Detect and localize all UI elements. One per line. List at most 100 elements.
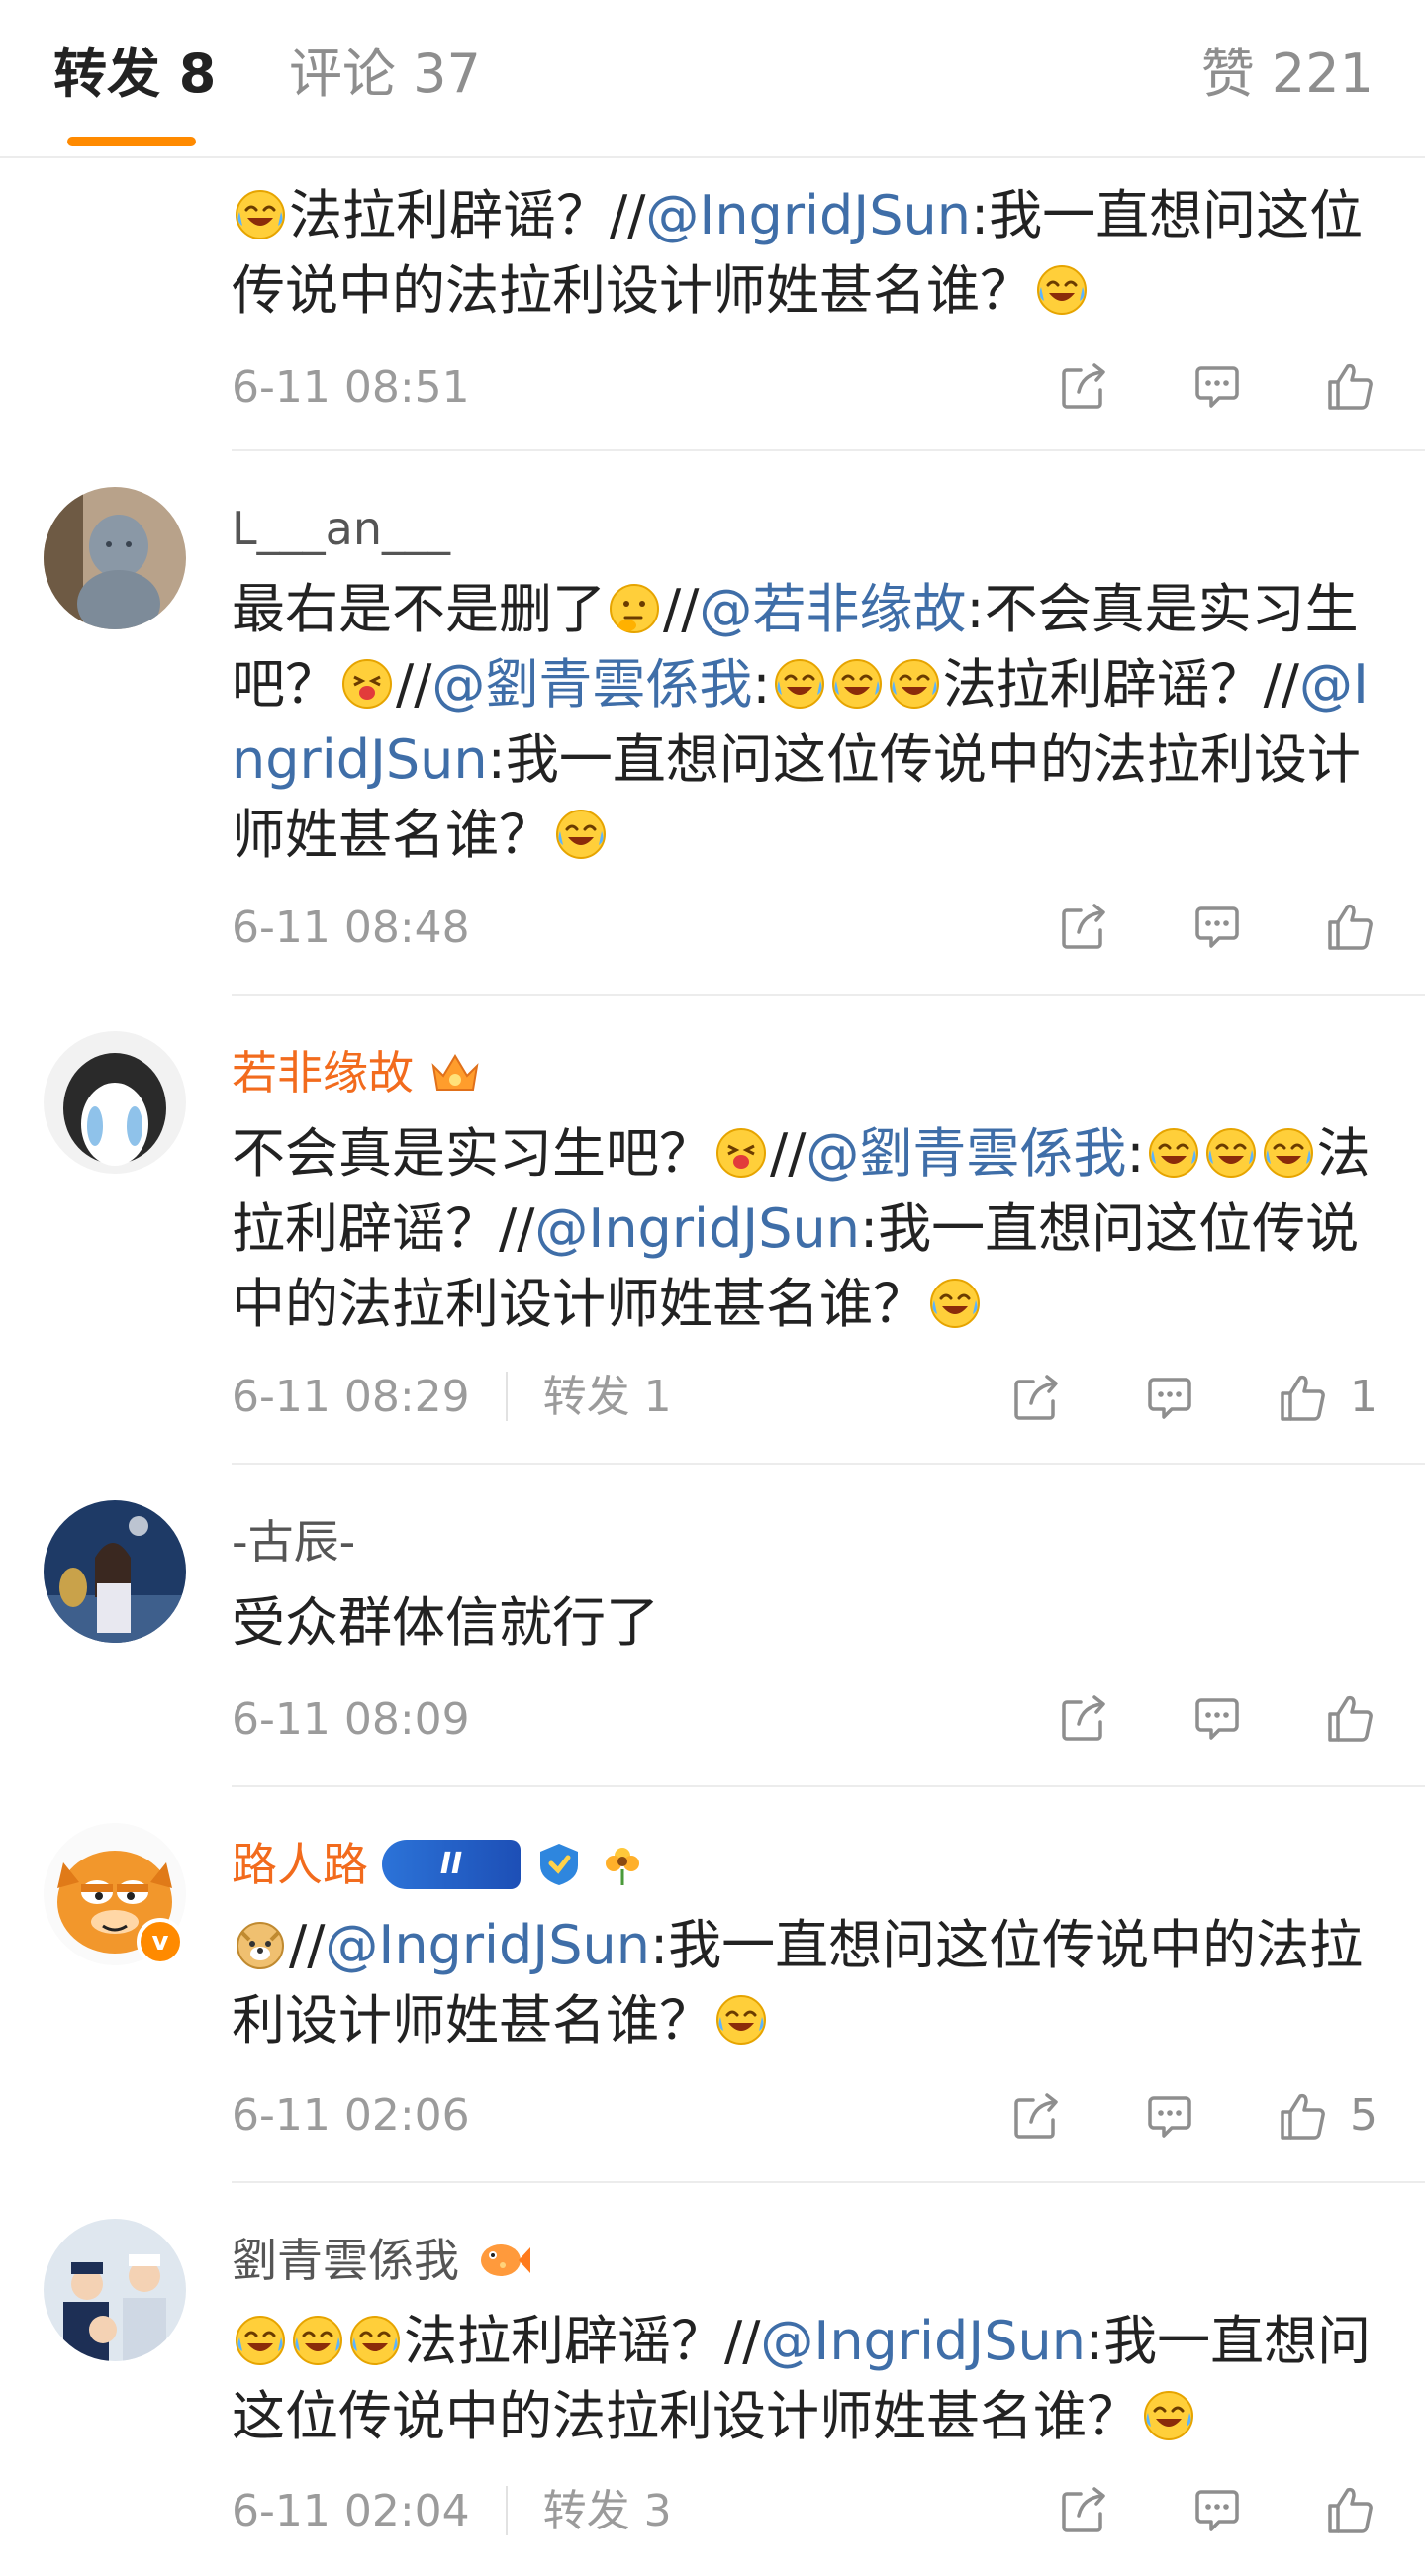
repost-text: 最右是不是删了//@若非缘故:不会真是实习生吧？//@劉青雲係我: 法拉利辟谣？/… bbox=[232, 578, 1369, 866]
share-icon bbox=[1057, 899, 1112, 954]
username[interactable]: 劉青雲係我 bbox=[232, 2231, 532, 2290]
like-button[interactable]: 5 bbox=[1275, 2086, 1378, 2146]
laugh-cry-emoji bbox=[1147, 1126, 1200, 1180]
timestamp: 6-11 08:51 bbox=[232, 362, 470, 413]
share-icon bbox=[1057, 2482, 1112, 2537]
laugh-cry-emoji bbox=[1204, 1126, 1258, 1180]
tab-repost[interactable]: 转发 8 bbox=[53, 40, 216, 109]
repost-item: v 路人路 II //@IngridJSun:我一直想问这位传说中的法拉利设计师… bbox=[0, 1787, 1425, 2183]
share-icon bbox=[1057, 358, 1112, 414]
comment-button[interactable] bbox=[1189, 1690, 1245, 1746]
action-bar bbox=[980, 1690, 1378, 1746]
separator bbox=[505, 2486, 508, 2535]
repost-text: //@IngridJSun:我一直想问这位传说中的法拉利设计师姓甚名谁？ bbox=[232, 1914, 1364, 2051]
share-button[interactable] bbox=[1009, 2088, 1065, 2144]
shield-badge-icon bbox=[534, 1840, 584, 1889]
crown-icon bbox=[428, 1048, 483, 1097]
timestamp: 6-11 02:04 转发 3 bbox=[232, 2486, 672, 2536]
laugh-cry-emoji bbox=[1035, 263, 1089, 317]
tab-like[interactable]: 赞 221 bbox=[1201, 40, 1374, 109]
laugh-cry-emoji bbox=[830, 657, 884, 711]
repost-item: 若非缘故 不会真是实习生吧？//@劉青雲係我: 法拉利辟谣？//@IngridJS… bbox=[0, 996, 1425, 1465]
tab-bar: 转发 8 评论 37 赞 221 bbox=[0, 0, 1425, 158]
mention-link[interactable]: @IngridJSun bbox=[325, 1914, 650, 1976]
repost-text: 法拉利辟谣？//@IngridJSun:我一直想问这位传说中的法拉利设计师姓甚名… bbox=[232, 2310, 1372, 2447]
separator bbox=[505, 1372, 508, 1421]
level-badge: II bbox=[382, 1840, 521, 1889]
active-tab-indicator bbox=[67, 137, 196, 146]
action-bar: 1 bbox=[932, 1368, 1378, 1427]
comment-button[interactable] bbox=[1142, 1370, 1197, 1425]
comment-button[interactable] bbox=[1142, 2088, 1197, 2144]
like-button[interactable] bbox=[1322, 899, 1378, 954]
timestamp: 6-11 08:48 bbox=[232, 903, 470, 953]
like-icon bbox=[1322, 1690, 1378, 1746]
repost-item: 法拉利辟谣？//@IngridJSun:我一直想问这位传说中的法拉利设计师姓甚名… bbox=[0, 158, 1425, 451]
doge-emoji bbox=[234, 1918, 287, 1971]
laugh-cry-emoji bbox=[928, 1277, 982, 1330]
avatar[interactable] bbox=[44, 487, 186, 629]
like-button[interactable] bbox=[1322, 1690, 1378, 1746]
comment-icon bbox=[1142, 1370, 1197, 1425]
like-button[interactable] bbox=[1322, 358, 1378, 414]
laugh-cry-emoji bbox=[714, 1993, 768, 2047]
comment-button[interactable] bbox=[1189, 358, 1245, 414]
action-bar bbox=[980, 899, 1378, 954]
username[interactable]: 若非缘故 bbox=[232, 1043, 483, 1102]
share-icon bbox=[1009, 1370, 1065, 1425]
repost-text: 法拉利辟谣？//@IngridJSun:我一直想问这位传说中的法拉利设计师姓甚名… bbox=[232, 184, 1364, 322]
like-icon bbox=[1275, 1370, 1330, 1425]
username[interactable]: L___an___ bbox=[232, 499, 450, 558]
comment-icon bbox=[1142, 2088, 1197, 2144]
tab-comment[interactable]: 评论 37 bbox=[289, 40, 481, 109]
repost-text: 受众群体信就行了 bbox=[232, 1591, 659, 1654]
laugh-cry-emoji bbox=[1262, 1126, 1315, 1180]
flower-badge-icon bbox=[598, 1840, 647, 1889]
timestamp: 6-11 02:06 bbox=[232, 2090, 470, 2141]
repost-text: 不会真是实习生吧？//@劉青雲係我: 法拉利辟谣？//@IngridJSun:我一… bbox=[232, 1122, 1371, 1335]
tongue-emoji bbox=[340, 657, 394, 711]
avatar[interactable] bbox=[44, 1500, 186, 1643]
action-bar: 5 bbox=[932, 2086, 1378, 2146]
repost-count-link[interactable]: 转发 1 bbox=[543, 1372, 672, 1422]
share-icon bbox=[1009, 2088, 1065, 2144]
timestamp: 6-11 08:29 转发 1 bbox=[232, 1372, 672, 1422]
like-icon bbox=[1275, 2088, 1330, 2144]
comment-icon bbox=[1189, 899, 1245, 954]
comment-button[interactable] bbox=[1189, 899, 1245, 954]
repost-item: -古辰- 受众群体信就行了 6-11 08:09 bbox=[0, 1465, 1425, 1787]
tongue-emoji bbox=[714, 1126, 768, 1180]
share-button[interactable] bbox=[1057, 2482, 1112, 2537]
verified-badge: v bbox=[137, 1918, 184, 1965]
mention-link[interactable]: @IngridJSun bbox=[760, 2310, 1086, 2372]
like-icon bbox=[1322, 358, 1378, 414]
comment-icon bbox=[1189, 2482, 1245, 2537]
laugh-cry-emoji bbox=[234, 2314, 287, 2367]
laugh-cry-emoji bbox=[291, 2314, 344, 2367]
fish-icon bbox=[473, 2236, 532, 2285]
laugh-cry-emoji bbox=[348, 2314, 402, 2367]
laugh-cry-emoji bbox=[1142, 2389, 1195, 2442]
mention-link[interactable]: @IngridJSun bbox=[645, 184, 971, 246]
action-bar bbox=[980, 2482, 1378, 2537]
username[interactable]: 路人路 II bbox=[232, 1835, 647, 1894]
laugh-cry-emoji bbox=[234, 188, 287, 241]
mention-link[interactable]: @若非缘故 bbox=[699, 578, 966, 640]
share-button[interactable] bbox=[1009, 1370, 1065, 1425]
share-button[interactable] bbox=[1057, 899, 1112, 954]
username[interactable]: -古辰- bbox=[232, 1512, 355, 1572]
comment-button[interactable] bbox=[1189, 2482, 1245, 2537]
action-bar bbox=[980, 358, 1378, 414]
share-button[interactable] bbox=[1057, 358, 1112, 414]
like-button[interactable] bbox=[1322, 2482, 1378, 2537]
repost-count-link[interactable]: 转发 3 bbox=[543, 2486, 672, 2536]
share-button[interactable] bbox=[1057, 1690, 1112, 1746]
comment-icon bbox=[1189, 1690, 1245, 1746]
avatar[interactable] bbox=[44, 1031, 186, 1174]
like-button[interactable]: 1 bbox=[1275, 1368, 1378, 1427]
mention-link[interactable]: @劉青雲係我 bbox=[806, 1122, 1126, 1185]
timestamp: 6-11 08:09 bbox=[232, 1694, 470, 1745]
mention-link[interactable]: @劉青雲係我 bbox=[431, 653, 752, 716]
avatar[interactable] bbox=[44, 2219, 186, 2361]
mention-link[interactable]: @IngridJSun bbox=[534, 1197, 860, 1260]
